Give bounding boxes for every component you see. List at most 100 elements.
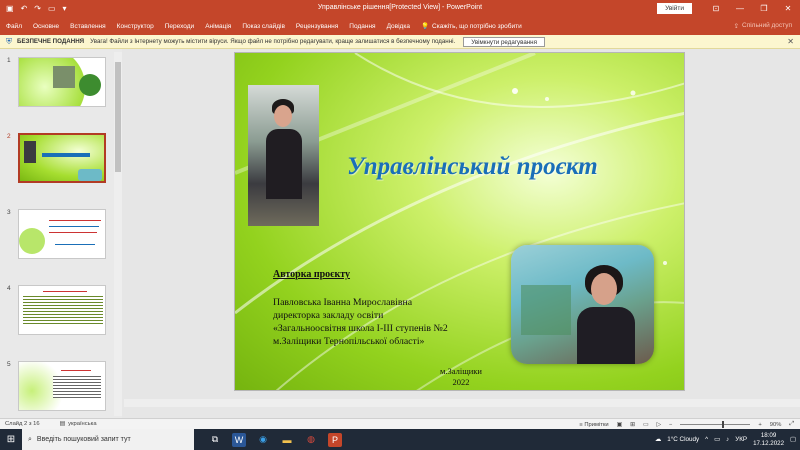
share-label: Спільний доступ bbox=[742, 22, 792, 29]
language-indicator[interactable]: ▤ українська bbox=[60, 421, 97, 427]
file-explorer-icon[interactable]: ▬ bbox=[280, 433, 294, 447]
thumbnail-title-line bbox=[42, 153, 90, 157]
share-button[interactable]: ⇪ Спільний доступ bbox=[734, 22, 792, 30]
editor-horizontal-scrollbar[interactable] bbox=[124, 399, 800, 407]
fit-to-window-icon[interactable]: ⤢ bbox=[789, 421, 794, 428]
thumbnail-text-line bbox=[49, 226, 99, 227]
zoom-out-icon[interactable]: − bbox=[669, 422, 672, 428]
customize-toolbar-icon[interactable]: ▾ bbox=[63, 4, 67, 13]
author-school: «Загальноосвітня школа І-ІІІ ступенів №2 bbox=[273, 323, 448, 334]
keyboard-language[interactable]: УКР bbox=[735, 436, 747, 443]
thumbnails-scrollbar[interactable] bbox=[114, 52, 122, 416]
thumbnail-photo bbox=[24, 141, 36, 163]
slide-thumbnail-5[interactable] bbox=[18, 361, 106, 411]
autosave-icon[interactable]: ▣ bbox=[6, 4, 14, 13]
thumbnail-text-line bbox=[49, 232, 97, 233]
tab-review[interactable]: Рецензування bbox=[296, 23, 338, 30]
spellcheck-icon: ▤ bbox=[59, 421, 66, 427]
author-region: м.Заліщики Тернопільської області» bbox=[273, 336, 425, 347]
system-tray: ☁ 1°C Cloudy ^ ▭ ♪ УКР 18:09 17.12.2022 … bbox=[655, 429, 796, 450]
tab-design[interactable]: Конструктор bbox=[117, 23, 154, 30]
network-icon[interactable]: ▭ bbox=[714, 436, 720, 443]
tab-insert[interactable]: Вставлення bbox=[70, 23, 106, 30]
weather-text[interactable]: 1°C Cloudy bbox=[667, 436, 699, 443]
notifications-icon[interactable]: ▢ bbox=[790, 436, 796, 443]
photo-detail bbox=[577, 307, 635, 364]
tab-view[interactable]: Подання bbox=[349, 23, 375, 30]
thumbnail-text-line bbox=[61, 370, 91, 371]
zoom-level[interactable]: 90% bbox=[770, 422, 782, 428]
thumbnail-photo bbox=[78, 169, 102, 181]
photo-detail bbox=[591, 273, 617, 305]
edge-icon[interactable]: ◉ bbox=[256, 433, 270, 447]
undo-icon[interactable]: ↶ bbox=[21, 4, 28, 13]
location-year: м.Заліщики 2022 bbox=[440, 366, 482, 388]
slide-thumbnail-4[interactable] bbox=[18, 285, 106, 335]
thumbnail-number: 2 bbox=[7, 133, 11, 140]
taskbar-search-placeholder: Введіть пошуковий запит тут bbox=[36, 436, 131, 443]
photo-detail bbox=[521, 285, 571, 335]
language-label: українська bbox=[68, 421, 97, 427]
tab-file[interactable]: Файл bbox=[6, 23, 22, 30]
chrome-icon[interactable]: ◍ bbox=[304, 433, 318, 447]
task-view-icon[interactable]: ⧉ bbox=[208, 433, 222, 447]
search-icon: ⌕ bbox=[28, 435, 32, 443]
reading-view-icon[interactable]: ▭ bbox=[643, 422, 648, 428]
word-icon[interactable]: W bbox=[232, 432, 246, 447]
notes-button[interactable]: ≡ Примітки bbox=[579, 422, 608, 428]
tab-home[interactable]: Основне bbox=[33, 23, 59, 30]
thumbnail-number: 3 bbox=[7, 209, 11, 216]
thumbnail-body-text bbox=[53, 376, 101, 398]
slide-counter: Слайд 2 з 16 bbox=[5, 421, 40, 427]
start-presentation-icon[interactable]: ▭ bbox=[48, 4, 56, 13]
city-name: м.Заліщики bbox=[440, 366, 482, 376]
author-name: Павловська Іванна Мирославівна bbox=[273, 297, 413, 308]
sign-in-button[interactable]: Увійти bbox=[657, 3, 692, 14]
year: 2022 bbox=[452, 377, 470, 387]
tray-chevron-icon[interactable]: ^ bbox=[705, 436, 708, 443]
ribbon-display-icon[interactable]: ⊡ bbox=[704, 4, 728, 13]
windows-start-icon[interactable]: ⊞ bbox=[0, 429, 22, 450]
weather-icon[interactable]: ☁ bbox=[655, 436, 661, 443]
shield-icon: ⛨ bbox=[6, 36, 12, 46]
zoom-in-icon[interactable]: + bbox=[758, 422, 761, 428]
tab-help[interactable]: Довідка bbox=[387, 23, 410, 30]
minimize-button[interactable]: — bbox=[728, 4, 752, 13]
thumbnail-number: 4 bbox=[7, 285, 11, 292]
clock-time: 18:09 bbox=[760, 431, 777, 439]
notes-icon: ≡ bbox=[579, 421, 583, 428]
slide-title: Управлінський проєкт bbox=[347, 153, 598, 180]
redo-icon[interactable]: ↷ bbox=[34, 4, 41, 13]
taskbar-search-box[interactable]: ⌕ Введіть пошуковий запит тут bbox=[22, 429, 194, 450]
taskbar: ⊞ ⌕ Введіть пошуковий запит тут ⧉ W ◉ ▬ … bbox=[0, 429, 800, 450]
slide-thumbnail-3[interactable] bbox=[18, 209, 106, 259]
slide-thumbnail-1[interactable] bbox=[18, 57, 106, 107]
clock-date: 17.12.2022 bbox=[753, 439, 785, 447]
tell-me-label: Скажіть, що потрібно зробити bbox=[432, 22, 522, 30]
enable-editing-button[interactable]: Увімкнути редагування bbox=[463, 36, 545, 47]
thumbnail-text-line bbox=[49, 220, 101, 221]
taskbar-apps: ⧉ W ◉ ▬ ◍ P bbox=[208, 432, 342, 447]
powerpoint-icon[interactable]: P bbox=[328, 432, 342, 447]
clock[interactable]: 18:09 17.12.2022 bbox=[753, 432, 784, 448]
tab-slideshow[interactable]: Показ слайдів bbox=[242, 23, 285, 30]
thumbnail-text-line bbox=[43, 291, 87, 292]
slide-thumbnails-pane: 1 2 3 4 5 bbox=[0, 49, 122, 418]
current-slide[interactable]: Управлінський проєкт Авторка проєкту Пав… bbox=[234, 52, 685, 391]
tab-animations[interactable]: Анімація bbox=[205, 23, 231, 30]
lightbulb-icon: 💡 bbox=[420, 23, 430, 30]
slide-sorter-icon[interactable]: ⊞ bbox=[630, 422, 635, 428]
zoom-slider[interactable] bbox=[680, 421, 751, 428]
slide-thumbnail-2[interactable] bbox=[18, 133, 106, 183]
close-icon[interactable]: ✕ bbox=[787, 37, 794, 46]
tab-transitions[interactable]: Переходи bbox=[165, 23, 194, 30]
slideshow-view-icon[interactable]: ▷ bbox=[657, 422, 661, 428]
volume-icon[interactable]: ♪ bbox=[726, 436, 729, 443]
scrollbar-thumb[interactable] bbox=[115, 62, 121, 172]
restore-button[interactable]: ❐ bbox=[752, 4, 776, 13]
slide-editor: Управлінський проєкт Авторка проєкту Пав… bbox=[124, 49, 800, 418]
normal-view-icon[interactable]: ▣ bbox=[617, 422, 622, 428]
tell-me-search[interactable]: 💡 Скажіть, що потрібно зробити bbox=[420, 22, 522, 31]
thumbnail-number: 5 bbox=[7, 361, 11, 368]
close-button[interactable]: ✕ bbox=[776, 4, 800, 13]
